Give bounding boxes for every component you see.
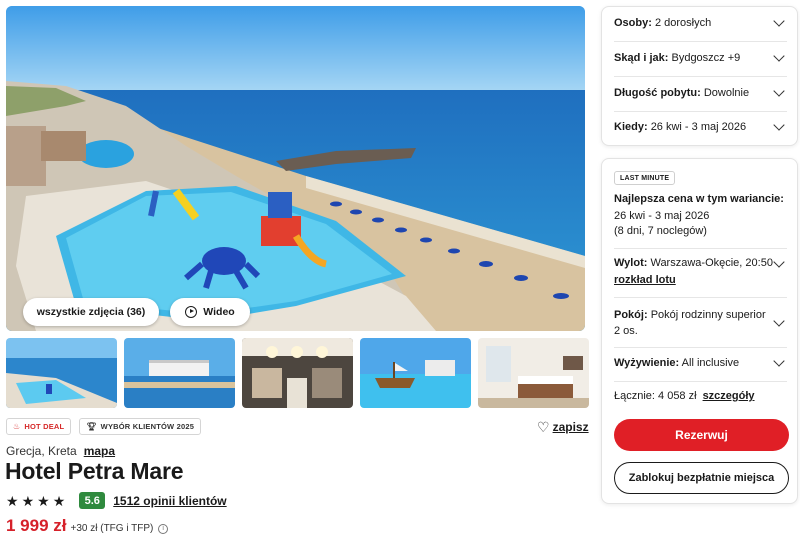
all-photos-label: wszystkie zdjęcia (36) [36, 306, 146, 318]
price: 1 999 zł [6, 516, 67, 534]
price-extra-text: +30 zł (TFG i TFP) [70, 523, 154, 534]
client-choice-label: WYBÓR KLIENTÓW 2025 [100, 422, 195, 431]
chevron-down-icon [773, 50, 785, 62]
divider [614, 41, 787, 42]
chevron-down-icon [773, 355, 785, 367]
total-price-row: Łącznie: 4 058 zł szczegóły [614, 390, 755, 402]
price-details-link[interactable]: szczegóły [703, 390, 755, 402]
flight-schedule-link[interactable]: rozkład lotu [614, 274, 676, 286]
last-minute-badge: LAST MINUTE [614, 171, 676, 185]
video-label: Wideo [203, 306, 235, 318]
thumbnail-2[interactable] [124, 338, 235, 408]
board-selector[interactable]: Wyżywienie: All inclusive [614, 355, 787, 369]
departure-value: Bydgoszcz +9 [671, 52, 741, 64]
dates-selector[interactable]: Kiedy: 26 kwi - 3 maj 2026 [614, 119, 787, 133]
hero-photo[interactable]: wszystkie zdjęcia (36) Wideo [6, 6, 585, 331]
heart-icon: ♡ [537, 419, 550, 435]
offer-nights: (8 dni, 7 noclegów) [614, 225, 707, 237]
star-icon: ★ [6, 492, 19, 509]
thumbnail-strip [6, 338, 589, 408]
offer-dates: 26 kwi - 3 maj 2026 [614, 210, 710, 222]
thumbnail-1[interactable] [6, 338, 117, 408]
chevron-down-icon [773, 315, 785, 327]
room-text: Pokój: Pokój rodzinny superior 2 os. [614, 307, 774, 339]
divider [614, 381, 787, 382]
save-label: zapisz [552, 420, 589, 434]
flight-label: Wylot: [614, 257, 648, 269]
total-label: Łącznie: 4 058 zł [614, 390, 697, 402]
flight-text: Wylot: Warszawa-Okęcie, 20:50 rozkład lo… [614, 255, 773, 289]
room-selector[interactable]: Pokój: Pokój rodzinny superior 2 os. [614, 307, 787, 339]
star-icon: ★ [21, 492, 35, 509]
location-text: Grecja, Kreta [6, 444, 77, 458]
flight-value: Warszawa-Okęcie, 20:50 [650, 257, 773, 269]
guests-value: 2 dorosłych [654, 17, 712, 29]
all-photos-button[interactable]: wszystkie zdjęcia (36) [23, 298, 159, 326]
best-price-title: Najlepsza cena w tym wariancie: [614, 193, 784, 205]
hotel-name: Hotel Petra Mare [5, 458, 184, 484]
divider [614, 297, 787, 298]
play-icon [185, 306, 198, 318]
duration-text: Długość pobytu: Dowolnie [614, 87, 749, 99]
trophy-icon: 🏆︎ [86, 422, 97, 431]
duration-selector[interactable]: Długość pobytu: Dowolnie [614, 85, 787, 99]
thumbnail-3[interactable] [242, 338, 353, 408]
hot-deal-label: HOT DEAL [24, 422, 65, 431]
thumbnail-5[interactable] [478, 338, 589, 408]
departure-selector[interactable]: Skąd i jak: Bydgoszcz +9 [614, 50, 787, 64]
star-rating: ★ ★ ★ ★ [6, 494, 65, 508]
guests-selector[interactable]: Osoby: 2 dorosłych [614, 15, 787, 29]
chevron-down-icon [773, 15, 785, 27]
departure-text: Skąd i jak: Bydgoszcz +9 [614, 52, 740, 64]
dates-text: Kiedy: 26 kwi - 3 maj 2026 [614, 121, 746, 133]
price-row: 1 999 zł +30 zł (TFG i TFP) i [6, 516, 169, 534]
board-value: All inclusive [681, 357, 740, 369]
star-icon: ★ [37, 492, 50, 509]
location: Grecja, Kreta mapa [6, 444, 115, 458]
duration-label: Długość pobytu: [614, 87, 701, 99]
divider [614, 76, 787, 77]
dates-value: 26 kwi - 3 maj 2026 [650, 121, 747, 133]
flame-icon: ♨ [13, 422, 21, 431]
review-score-badge: 5.6 [79, 492, 106, 509]
block-seats-button[interactable]: Zablokuj bezpłatnie miejsca [614, 462, 789, 494]
divider [614, 111, 787, 112]
price-extra: +30 zł (TFG i TFP) i [71, 523, 169, 534]
board-text: Wyżywienie: All inclusive [614, 357, 739, 369]
chevron-down-icon [773, 256, 785, 268]
star-icon: ★ [52, 492, 66, 509]
client-choice-badge: 🏆︎ WYBÓR KLIENTÓW 2025 [79, 418, 202, 435]
room-label: Pokój: [614, 309, 648, 321]
video-button[interactable]: Wideo [170, 298, 250, 326]
reserve-button[interactable]: Rezerwuj [614, 419, 789, 451]
divider [614, 248, 787, 249]
info-icon[interactable]: i [158, 524, 169, 534]
guests-text: Osoby: 2 dorosłych [614, 17, 711, 29]
thumbnail-4[interactable] [360, 338, 471, 408]
save-button[interactable]: ♡ zapisz [537, 420, 589, 434]
offer-card: LAST MINUTE Najlepsza cena w tym warianc… [601, 158, 798, 504]
hotel-pool-beach-image [6, 6, 585, 331]
reviews-link[interactable]: 1512 opinii klientów [113, 494, 226, 508]
dates-label: Kiedy: [614, 121, 648, 133]
divider [614, 347, 787, 348]
chevron-down-icon [773, 85, 785, 97]
duration-value: Dowolnie [703, 87, 750, 99]
flight-selector[interactable]: Wylot: Warszawa-Okęcie, 20:50 rozkład lo… [614, 255, 787, 289]
badges-row: ♨ HOT DEAL 🏆︎ WYBÓR KLIENTÓW 2025 [6, 418, 202, 435]
guests-label: Osoby: [614, 17, 652, 29]
hot-deal-badge: ♨ HOT DEAL [6, 418, 72, 435]
search-filters-card: Osoby: 2 dorosłych Skąd i jak: Bydgoszcz… [601, 6, 798, 146]
board-label: Wyżywienie: [614, 357, 680, 369]
rating-row: ★ ★ ★ ★ 5.6 1512 opinii klientów [6, 492, 227, 509]
chevron-down-icon [773, 119, 785, 131]
departure-label: Skąd i jak: [614, 52, 669, 64]
map-link[interactable]: mapa [84, 444, 115, 458]
